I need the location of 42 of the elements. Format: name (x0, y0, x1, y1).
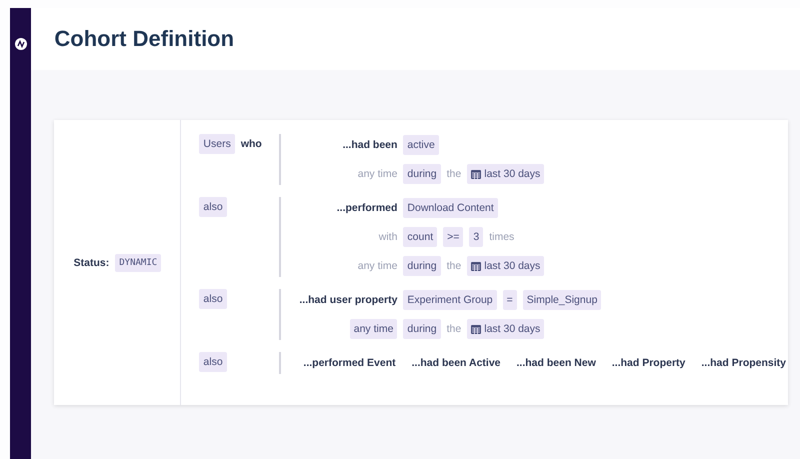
condition-label: ...had been (342, 138, 398, 153)
token-chip[interactable]: 3 (469, 227, 484, 247)
connector-word: times (489, 230, 514, 245)
token-chip[interactable]: during (403, 319, 441, 339)
condition-label: ...had user property (299, 293, 398, 308)
date-range-chip[interactable]: last 30 days (467, 256, 544, 276)
condition-label: ...performed (336, 201, 398, 216)
logo-icon[interactable] (14, 38, 27, 50)
token-chip[interactable]: = (502, 290, 517, 310)
token-chip[interactable]: during (403, 256, 441, 276)
connector-chip[interactable]: also (199, 289, 227, 309)
condition-option[interactable]: ...had been Active (410, 353, 503, 373)
date-range-chip[interactable]: last 30 days (467, 164, 544, 184)
calendar-icon (471, 170, 482, 178)
connector-word: the (446, 322, 462, 337)
status-badge: DYNAMIC (115, 254, 162, 272)
condition-option[interactable]: ...performed Event (301, 353, 398, 373)
condition-option[interactable]: ...had been New (514, 353, 598, 373)
connector-word: with (378, 230, 398, 245)
connector-word: the (446, 259, 462, 274)
token-chip[interactable]: any time (350, 319, 398, 339)
connector-chip[interactable]: Users (199, 134, 235, 154)
token-chip[interactable]: Simple_Signup (522, 290, 602, 310)
status-label: Status: (74, 256, 110, 270)
condition-option[interactable]: ...had Property (610, 353, 688, 373)
token-chip[interactable]: count (403, 227, 438, 247)
connector-word: the (446, 167, 462, 182)
condition-option[interactable]: ...had Propensity (699, 353, 788, 373)
connector-word: any time (358, 259, 398, 274)
token-chip[interactable]: Download Content (403, 198, 498, 218)
calendar-icon (471, 262, 482, 270)
connector-word: who (240, 137, 262, 152)
token-chip[interactable]: >= (443, 227, 464, 247)
date-range-chip[interactable]: last 30 days (467, 319, 544, 339)
token-chip[interactable]: during (403, 164, 441, 184)
connector-chip[interactable]: also (199, 352, 227, 372)
connector-word: any time (358, 167, 398, 182)
connector-chip[interactable]: also (199, 197, 227, 217)
calendar-icon (471, 324, 482, 334)
token-chip[interactable]: Experiment Group (403, 290, 497, 310)
page-title: Cohort Definition (54, 26, 234, 52)
token-chip[interactable]: active (403, 135, 439, 155)
